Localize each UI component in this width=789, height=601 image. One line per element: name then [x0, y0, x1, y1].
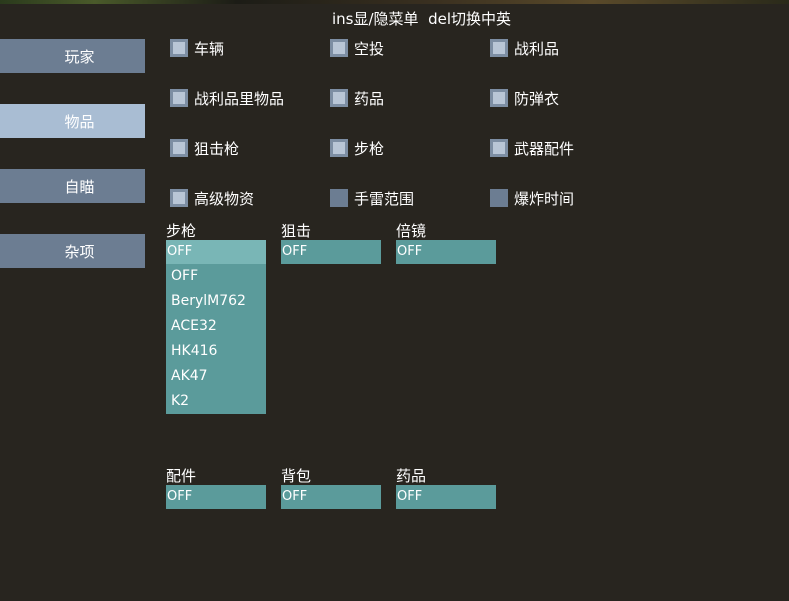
medicine-dropdown-label: 药品 [396, 467, 427, 485]
attachment-dropdown[interactable]: OFF [166, 485, 266, 509]
dropdown-option[interactable]: HK416 [166, 339, 266, 364]
checkbox-label: 空投 [354, 39, 385, 58]
checkbox-sniper-rifle[interactable]: 狙击枪 [170, 138, 240, 158]
checkbox-box[interactable] [490, 89, 508, 107]
checkbox-label: 高级物资 [194, 189, 255, 208]
checkbox-medicine[interactable]: 药品 [330, 88, 385, 108]
dropdown-option[interactable]: AK47 [166, 364, 266, 389]
medicine-dropdown[interactable]: OFF [396, 485, 496, 509]
checkbox-label: 防弹衣 [514, 89, 560, 108]
backpack-dropdown-label: 背包 [281, 467, 312, 485]
checkbox-armor[interactable]: 防弹衣 [490, 88, 560, 108]
sniper-dropdown[interactable]: OFF [281, 240, 381, 264]
game-background-strip [0, 0, 789, 4]
rifle-dropdown[interactable]: OFF [166, 240, 266, 264]
checkbox-grenade-range[interactable]: 手雷范围 [330, 188, 415, 208]
tab-label: 自瞄 [64, 177, 95, 196]
checkbox-box[interactable] [170, 139, 188, 157]
tab-player[interactable]: 玩家 [0, 39, 145, 73]
checkbox-box[interactable] [330, 139, 348, 157]
checkbox-loot-items[interactable]: 战利品里物品 [170, 88, 285, 108]
checkbox-label: 步枪 [354, 139, 385, 158]
checkbox-airdrop[interactable]: 空投 [330, 38, 385, 58]
checkbox-label: 手雷范围 [354, 189, 415, 208]
scope-dropdown[interactable]: OFF [396, 240, 496, 264]
checkbox-label: 狙击枪 [194, 139, 240, 158]
checkbox-vehicle[interactable]: 车辆 [170, 38, 225, 58]
checkbox-box[interactable] [490, 189, 508, 207]
tab-aimbot[interactable]: 自瞄 [0, 169, 145, 203]
checkbox-label: 战利品里物品 [194, 89, 285, 108]
checkbox-box[interactable] [330, 189, 348, 207]
checkbox-box[interactable] [330, 89, 348, 107]
menu-hint-header: ins显/隐菜单 del切换中英 [332, 10, 511, 28]
tab-label: 物品 [64, 112, 95, 131]
checkbox-rifle[interactable]: 步枪 [330, 138, 385, 158]
dropdown-option[interactable]: BerylM762 [166, 289, 266, 314]
dropdown-option[interactable]: K2 [166, 389, 266, 414]
backpack-dropdown[interactable]: OFF [281, 485, 381, 509]
dropdown-option[interactable]: OFF [166, 264, 266, 289]
rifle-dropdown-list: OFF BerylM762 ACE32 HK416 AK47 K2 [166, 264, 266, 414]
checkbox-box[interactable] [490, 139, 508, 157]
checkbox-weapon-attachments[interactable]: 武器配件 [490, 138, 575, 158]
tab-label: 玩家 [64, 47, 95, 66]
sniper-dropdown-label: 狙击 [281, 222, 312, 240]
tab-items[interactable]: 物品 [0, 104, 145, 138]
checkbox-box[interactable] [170, 39, 188, 57]
tab-misc[interactable]: 杂项 [0, 234, 145, 268]
checkbox-explosion-timer[interactable]: 爆炸时间 [490, 188, 575, 208]
checkbox-box[interactable] [170, 189, 188, 207]
checkbox-label: 药品 [354, 89, 385, 108]
checkbox-label: 车辆 [194, 39, 225, 58]
checkbox-box[interactable] [490, 39, 508, 57]
tab-label: 杂项 [64, 242, 95, 261]
rifle-dropdown-label: 步枪 [166, 222, 197, 240]
dropdown-option[interactable]: ACE32 [166, 314, 266, 339]
checkbox-box[interactable] [330, 39, 348, 57]
checkbox-label: 战利品 [514, 39, 560, 58]
checkbox-label: 武器配件 [514, 139, 575, 158]
checkbox-label: 爆炸时间 [514, 189, 575, 208]
checkbox-premium-supplies[interactable]: 高级物资 [170, 188, 255, 208]
checkbox-loot[interactable]: 战利品 [490, 38, 560, 58]
attachment-dropdown-label: 配件 [166, 467, 197, 485]
checkbox-box[interactable] [170, 89, 188, 107]
scope-dropdown-label: 倍镜 [396, 222, 427, 240]
